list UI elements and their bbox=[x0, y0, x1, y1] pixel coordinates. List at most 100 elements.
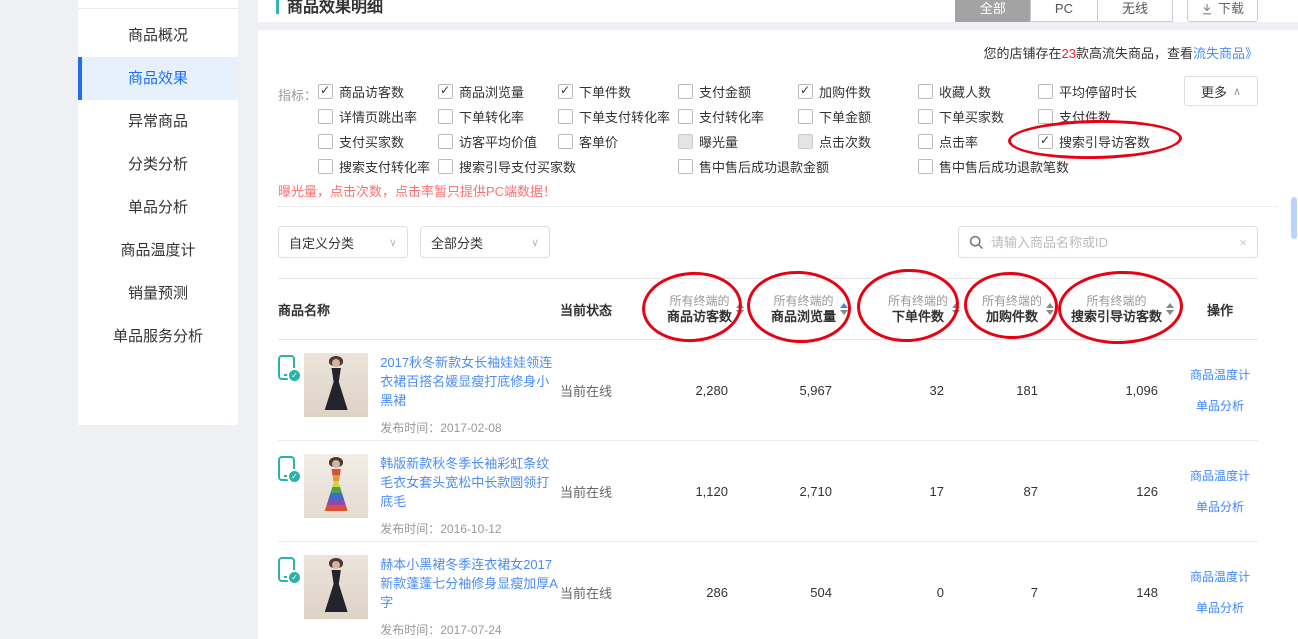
checkbox-icon[interactable] bbox=[678, 109, 693, 124]
all-category-dropdown[interactable]: 全部分类 ∨ bbox=[420, 226, 550, 258]
product-thermometer-link[interactable]: 商品温度计 bbox=[1190, 366, 1250, 383]
checkbox-icon[interactable] bbox=[918, 84, 933, 99]
checkbox-icon[interactable] bbox=[318, 109, 333, 124]
metric-checkbox[interactable]: 点击次数 bbox=[798, 132, 871, 151]
checkbox-icon[interactable] bbox=[318, 134, 333, 149]
checkbox-icon[interactable] bbox=[678, 84, 693, 99]
checkbox-icon[interactable] bbox=[798, 109, 813, 124]
single-item-analysis-link[interactable]: 单品分析 bbox=[1196, 498, 1244, 515]
metric-checkbox[interactable]: 商品访客数 bbox=[318, 82, 404, 101]
column-header-orders[interactable]: 所有终端的下单件数 bbox=[856, 293, 968, 325]
sort-icon[interactable] bbox=[840, 303, 848, 315]
metric-checkbox-search-guided-visitors[interactable]: 搜索引导访客数 bbox=[1038, 132, 1150, 151]
column-header-pageviews[interactable]: 所有终端的商品浏览量 bbox=[752, 293, 856, 325]
metric-checkbox[interactable]: 商品浏览量 bbox=[438, 82, 524, 101]
metric-checkbox[interactable]: 支付转化率 bbox=[678, 107, 764, 126]
metric-checkbox[interactable]: 加购件数 bbox=[798, 82, 871, 101]
metric-checkbox[interactable]: 收藏人数 bbox=[918, 82, 991, 101]
metric-checkbox[interactable]: 平均停留时长 bbox=[1038, 82, 1137, 101]
column-header-visitors[interactable]: 所有终端的商品访客数 bbox=[648, 293, 752, 325]
product-search-box[interactable]: × bbox=[958, 226, 1258, 258]
single-item-analysis-link[interactable]: 单品分析 bbox=[1196, 599, 1244, 616]
checkbox-icon[interactable] bbox=[798, 134, 813, 149]
checkbox-icon[interactable] bbox=[558, 109, 573, 124]
custom-category-dropdown[interactable]: 自定义分类 ∨ bbox=[278, 226, 408, 258]
product-thumbnail[interactable] bbox=[304, 454, 368, 518]
download-button[interactable]: 下载 bbox=[1187, 0, 1258, 22]
checkbox-icon[interactable] bbox=[678, 159, 693, 174]
metric-checkbox[interactable]: 下单件数 bbox=[558, 82, 631, 101]
product-title-link[interactable]: 韩版新款秋冬季长袖彩虹条纹毛衣女套头宽松中长款圆领打底毛 bbox=[380, 454, 560, 511]
metric-label: 售中售后成功退款金额 bbox=[699, 157, 829, 176]
checkbox-icon[interactable] bbox=[918, 109, 933, 124]
checkbox-icon[interactable] bbox=[438, 109, 453, 124]
checkbox-icon[interactable] bbox=[1038, 84, 1053, 99]
metric-name: 下单件数 bbox=[892, 309, 944, 324]
column-header-cart-adds[interactable]: 所有终端的加购件数 bbox=[968, 293, 1062, 325]
checkbox-icon[interactable] bbox=[318, 159, 333, 174]
download-label: 下载 bbox=[1218, 0, 1244, 21]
metric-checkbox[interactable]: 搜索支付转化率 bbox=[318, 157, 430, 176]
sidebar-item-product-thermometer[interactable]: 商品温度计 bbox=[78, 229, 238, 272]
metric-checkbox[interactable]: 支付买家数 bbox=[318, 132, 404, 151]
single-item-analysis-link[interactable]: 单品分析 bbox=[1196, 397, 1244, 414]
sidebar-item-single-item-analysis[interactable]: 单品分析 bbox=[78, 186, 238, 229]
metric-checkbox[interactable]: 下单支付转化率 bbox=[558, 107, 670, 126]
metric-checkbox[interactable]: 下单金额 bbox=[798, 107, 871, 126]
metric-label: 访客平均价值 bbox=[459, 132, 537, 151]
product-title-link[interactable]: 赫本小黑裙冬季连衣裙女2017新款蓬蓬七分袖修身显瘦加厚A字 bbox=[380, 555, 560, 612]
metric-checkbox[interactable]: 支付件数 bbox=[1038, 107, 1111, 126]
checkbox-icon[interactable] bbox=[1038, 134, 1053, 149]
segment-wireless-button[interactable]: 无线 bbox=[1097, 0, 1173, 22]
sidebar-item-category-analysis[interactable]: 分类分析 bbox=[78, 143, 238, 186]
checkbox-icon[interactable] bbox=[1038, 109, 1053, 124]
sort-icon[interactable] bbox=[1046, 303, 1054, 315]
checkbox-icon[interactable] bbox=[678, 134, 693, 149]
metric-checkbox[interactable]: 客单价 bbox=[558, 132, 618, 151]
checkbox-icon[interactable] bbox=[438, 134, 453, 149]
metric-checkbox[interactable]: 售中售后成功退款金额 bbox=[678, 157, 829, 176]
product-table: 商品名称 当前状态 所有终端的商品访客数 所有终端的商品浏览量 所有终端的下单件… bbox=[278, 278, 1258, 639]
checkbox-icon[interactable] bbox=[918, 134, 933, 149]
search-input[interactable] bbox=[991, 235, 1232, 250]
sidebar-item-service-analysis[interactable]: 单品服务分析 bbox=[78, 315, 238, 358]
checkbox-icon[interactable] bbox=[438, 159, 453, 174]
metric-label: 点击率 bbox=[939, 132, 978, 151]
metric-checkbox[interactable]: 曝光量 bbox=[678, 132, 738, 151]
product-title-link[interactable]: 2017秋冬新款女长袖娃娃领连衣裙百搭名媛显瘦打底修身小黑裙 bbox=[380, 353, 560, 410]
more-button[interactable]: 更多 ∧ bbox=[1184, 76, 1258, 106]
product-thermometer-link[interactable]: 商品温度计 bbox=[1190, 467, 1250, 484]
metric-checkbox[interactable]: 售中售后成功退款笔数 bbox=[918, 157, 1069, 176]
metric-checkbox[interactable]: 访客平均价值 bbox=[438, 132, 537, 151]
sidebar-item-product-overview[interactable]: 商品概况 bbox=[78, 14, 238, 57]
metric-checkbox[interactable]: 搜索引导支付买家数 bbox=[438, 157, 576, 176]
metric-checkbox[interactable]: 下单转化率 bbox=[438, 107, 524, 126]
checkbox-icon[interactable] bbox=[438, 84, 453, 99]
notice-text-2: 款高流失商品，查看 bbox=[1076, 46, 1193, 61]
product-thumbnail[interactable] bbox=[304, 353, 368, 417]
sort-icon[interactable] bbox=[736, 303, 744, 315]
metric-checkbox[interactable]: 详情页跳出率 bbox=[318, 107, 417, 126]
churn-products-link[interactable]: 流失商品》 bbox=[1193, 46, 1258, 61]
segment-all-button[interactable]: 全部 bbox=[955, 0, 1031, 22]
product-thumbnail[interactable] bbox=[304, 555, 368, 619]
checkbox-icon[interactable] bbox=[558, 134, 573, 149]
checkbox-icon[interactable] bbox=[318, 84, 333, 99]
scrollbar-thumb[interactable] bbox=[1291, 197, 1297, 239]
sidebar-item-product-effect[interactable]: 商品效果 bbox=[78, 57, 238, 100]
metric-checkbox[interactable]: 下单买家数 bbox=[918, 107, 1004, 126]
checkbox-icon[interactable] bbox=[798, 84, 813, 99]
metric-checkbox[interactable]: 支付金额 bbox=[678, 82, 751, 101]
clear-search-icon[interactable]: × bbox=[1239, 235, 1247, 250]
checkbox-icon[interactable] bbox=[558, 84, 573, 99]
sort-icon[interactable] bbox=[952, 303, 960, 315]
product-thermometer-link[interactable]: 商品温度计 bbox=[1190, 568, 1250, 585]
sort-icon[interactable] bbox=[1166, 303, 1174, 315]
metric-checkbox[interactable]: 点击率 bbox=[918, 132, 978, 151]
segment-pc-button[interactable]: PC bbox=[1030, 0, 1098, 22]
pc-only-warning: 曝光量，点击次数，点击率暂只提供PC端数据！ bbox=[278, 181, 556, 200]
sidebar-item-sales-forecast[interactable]: 销量预测 bbox=[78, 272, 238, 315]
checkbox-icon[interactable] bbox=[918, 159, 933, 174]
sidebar-item-abnormal-products[interactable]: 异常商品 bbox=[78, 100, 238, 143]
column-header-search-guided-visitors[interactable]: 所有终端的搜索引导访客数 bbox=[1062, 293, 1182, 325]
